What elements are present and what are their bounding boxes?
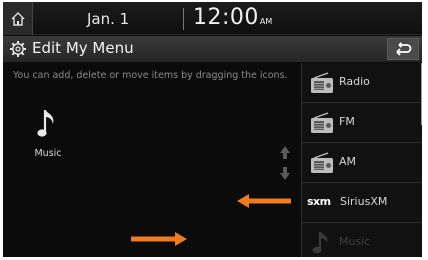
back-button[interactable] <box>387 38 419 60</box>
radio-icon <box>311 112 333 133</box>
back-arrow-icon <box>396 42 412 56</box>
clock-time: 12:00 <box>193 5 259 30</box>
menu-item-siriusxm[interactable]: sxm SiriusXM <box>302 183 422 223</box>
music-menu-tile[interactable]: Music <box>25 108 71 168</box>
menu-item-label: FM <box>339 115 355 128</box>
status-bar: Jan. 1 12:00AM <box>3 2 422 35</box>
menu-item-label: AM <box>339 155 357 168</box>
music-note-icon <box>37 110 54 137</box>
menu-item-label: Radio <box>339 75 370 88</box>
menu-item-fm[interactable]: FM <box>302 103 422 143</box>
radio-icon <box>311 72 333 93</box>
menu-item-label: SiriusXM <box>340 195 388 208</box>
list-scrollbar[interactable] <box>421 63 422 125</box>
date-display: Jan. 1 <box>87 10 130 28</box>
menu-item-list: Radio FM AM sxm SiriusXM Music <box>301 63 422 257</box>
drag-left-arrow <box>237 194 291 208</box>
title-bar: Edit My Menu <box>3 36 422 62</box>
siriusxm-logo: sxm <box>307 195 331 208</box>
gear-icon <box>10 41 26 57</box>
head-unit-screen: Jan. 1 12:00AM Edit My Menu You can add,… <box>3 2 422 257</box>
menu-item-music[interactable]: Music <box>302 223 422 257</box>
status-divider <box>183 8 184 30</box>
home-icon <box>11 11 24 26</box>
reorder-arrows-icon <box>280 146 290 180</box>
page-title: Edit My Menu <box>32 39 134 57</box>
clock-ampm: AM <box>259 17 273 26</box>
menu-item-am[interactable]: AM <box>302 143 422 183</box>
radio-icon <box>311 152 333 173</box>
clock[interactable]: 12:00AM <box>193 5 272 30</box>
music-note-icon <box>312 232 328 254</box>
music-tile-label: Music <box>34 148 62 159</box>
menu-item-label: Music <box>339 235 371 248</box>
menu-item-radio[interactable]: Radio <box>302 63 422 103</box>
instruction-text: You can add, delete or move items by dra… <box>13 70 288 81</box>
drag-right-arrow <box>131 232 187 246</box>
home-button[interactable] <box>3 2 33 35</box>
